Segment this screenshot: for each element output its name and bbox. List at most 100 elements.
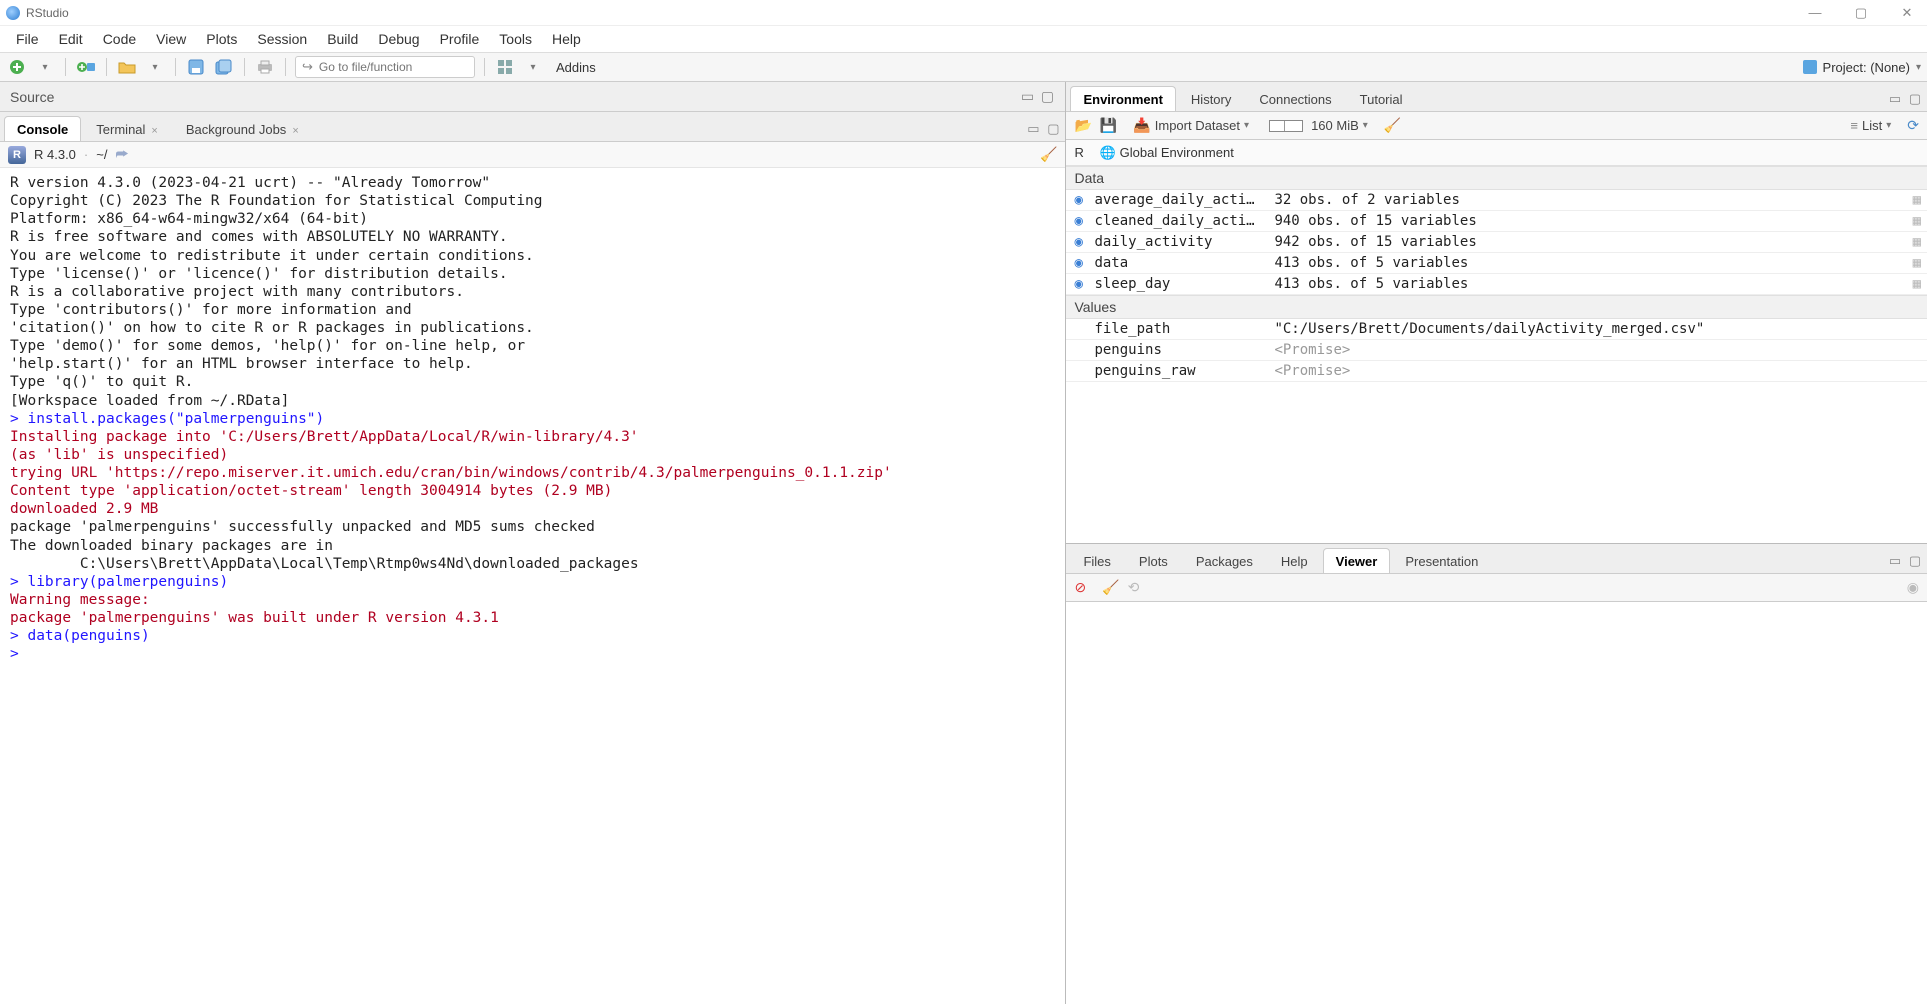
console-tab-background-jobs[interactable]: Background Jobs× — [173, 116, 312, 141]
console-minimize-icon[interactable]: ▭ — [1025, 121, 1041, 137]
open-file-button[interactable] — [116, 56, 138, 78]
expand-icon[interactable]: ◉ — [1074, 255, 1088, 271]
new-project-button[interactable] — [75, 56, 97, 78]
rstudio-app-icon — [6, 6, 20, 20]
source-pane-label: Source — [10, 89, 54, 105]
menu-build[interactable]: Build — [317, 28, 368, 50]
view-data-icon[interactable]: ▦ — [1913, 255, 1921, 271]
menu-view[interactable]: View — [146, 28, 196, 50]
expand-icon[interactable]: ◉ — [1074, 213, 1088, 229]
close-icon[interactable]: × — [151, 125, 157, 137]
load-workspace-icon[interactable]: 📂 — [1074, 117, 1091, 134]
env-var-name: penguins — [1094, 342, 1268, 358]
env-tab-history[interactable]: History — [1178, 86, 1244, 111]
save-workspace-icon[interactable]: 💾 — [1100, 117, 1117, 134]
expand-icon[interactable]: ◉ — [1074, 192, 1088, 208]
env-row[interactable]: ◉sleep_day413 obs. of 5 variables▦ — [1066, 274, 1927, 295]
br-tab-packages[interactable]: Packages — [1183, 548, 1266, 573]
menu-plots[interactable]: Plots — [196, 28, 247, 50]
publish-icon[interactable]: ◉ — [1907, 579, 1919, 596]
menu-edit[interactable]: Edit — [49, 28, 93, 50]
br-tab-help[interactable]: Help — [1268, 548, 1321, 573]
env-maximize-icon[interactable]: ▢ — [1907, 91, 1923, 107]
goto-file-function[interactable]: ↪ — [295, 56, 475, 78]
globe-icon: 🌐 — [1100, 145, 1116, 160]
sync-viewer-icon[interactable]: ⟲ — [1128, 579, 1140, 596]
menu-tools[interactable]: Tools — [489, 28, 542, 50]
view-data-icon[interactable]: ▦ — [1913, 276, 1921, 292]
project-label[interactable]: Project: (None) — [1823, 60, 1910, 75]
br-tab-files[interactable]: Files — [1070, 548, 1123, 573]
save-button[interactable] — [185, 56, 207, 78]
memory-usage-dropdown[interactable]: 160 MiB — [1265, 118, 1368, 133]
source-pane-collapsed[interactable]: Source ▭ ▢ — [0, 82, 1065, 112]
language-dropdown[interactable]: R — [1074, 145, 1083, 160]
view-mode-dropdown[interactable]: ≡ List — [1850, 118, 1891, 133]
env-minimize-icon[interactable]: ▭ — [1887, 91, 1903, 107]
view-data-icon[interactable]: ▦ — [1913, 192, 1921, 208]
view-data-icon[interactable]: ▦ — [1913, 234, 1921, 250]
new-file-dropdown[interactable]: ▾ — [34, 56, 56, 78]
maximize-button[interactable]: ▢ — [1847, 5, 1875, 21]
viewer-minimize-icon[interactable]: ▭ — [1887, 553, 1903, 569]
env-var-desc: "C:/Users/Brett/Documents/dailyActivity_… — [1274, 321, 1921, 337]
view-data-icon[interactable]: ▦ — [1913, 213, 1921, 229]
br-tab-viewer[interactable]: Viewer — [1323, 548, 1391, 573]
save-all-button[interactable] — [213, 56, 235, 78]
clear-workspace-icon[interactable]: 🧹 — [1384, 117, 1401, 134]
goto-input[interactable] — [319, 60, 459, 74]
minimize-button[interactable]: — — [1801, 5, 1829, 21]
clear-console-icon[interactable]: 🧹 — [1040, 146, 1057, 163]
console-maximize-icon[interactable]: ▢ — [1045, 121, 1061, 137]
environment-list: Data◉average_daily_acti…32 obs. of 2 var… — [1066, 166, 1927, 543]
env-tab-connections[interactable]: Connections — [1246, 86, 1344, 111]
grid-view-dropdown[interactable]: ▾ — [522, 56, 544, 78]
menu-debug[interactable]: Debug — [368, 28, 429, 50]
source-minimize-icon[interactable]: ▭ — [1019, 89, 1035, 105]
close-button[interactable]: ✕ — [1893, 5, 1921, 21]
clear-viewer-icon[interactable]: 🧹 — [1102, 579, 1119, 596]
source-maximize-icon[interactable]: ▢ — [1039, 89, 1055, 105]
addins-dropdown[interactable]: Addins — [550, 58, 602, 77]
scope-dropdown[interactable]: 🌐 Global Environment — [1100, 145, 1234, 161]
br-tab-plots[interactable]: Plots — [1126, 548, 1181, 573]
print-button[interactable] — [254, 56, 276, 78]
menu-file[interactable]: File — [6, 28, 49, 50]
env-row[interactable]: penguins<Promise> — [1066, 340, 1927, 361]
env-row[interactable]: ◉data413 obs. of 5 variables▦ — [1066, 253, 1927, 274]
refresh-icon[interactable]: ⟳ — [1907, 117, 1919, 134]
memory-bar-icon — [1269, 120, 1303, 132]
env-row[interactable]: file_path"C:/Users/Brett/Documents/daily… — [1066, 319, 1927, 340]
remove-viewer-icon[interactable]: ⊘ — [1074, 579, 1086, 596]
import-dataset-dropdown[interactable]: 📥 Import Dataset — [1133, 117, 1249, 134]
grid-view-button[interactable] — [494, 56, 516, 78]
env-row[interactable]: penguins_raw<Promise> — [1066, 361, 1927, 382]
env-var-desc: 32 obs. of 2 variables — [1274, 192, 1902, 208]
br-tab-presentation[interactable]: Presentation — [1392, 548, 1491, 573]
expand-icon[interactable]: ◉ — [1074, 276, 1088, 292]
menu-profile[interactable]: Profile — [430, 28, 490, 50]
expand-icon[interactable]: ◉ — [1074, 234, 1088, 250]
env-tab-tutorial[interactable]: Tutorial — [1347, 86, 1416, 111]
main-toolbar: ▾ ▾ ↪ ▾ Addins Project: (None) ▾ — [0, 52, 1927, 82]
console-tab-terminal[interactable]: Terminal× — [83, 116, 171, 141]
project-dropdown[interactable]: ▾ — [1916, 62, 1921, 73]
view-dir-icon[interactable]: ⮫ — [115, 146, 128, 163]
open-file-dropdown[interactable]: ▾ — [144, 56, 166, 78]
env-var-desc: 942 obs. of 15 variables — [1274, 234, 1902, 250]
console-tab-console[interactable]: Console — [4, 116, 81, 141]
view-mode-label: List — [1862, 118, 1882, 133]
menu-help[interactable]: Help — [542, 28, 591, 50]
env-tab-environment[interactable]: Environment — [1070, 86, 1175, 111]
memory-label: 160 MiB — [1311, 118, 1359, 133]
console-output[interactable]: R version 4.3.0 (2023-04-21 ucrt) -- "Al… — [0, 168, 1065, 1004]
env-row[interactable]: ◉average_daily_acti…32 obs. of 2 variabl… — [1066, 190, 1927, 211]
env-row[interactable]: ◉cleaned_daily_acti…940 obs. of 15 varia… — [1066, 211, 1927, 232]
close-icon[interactable]: × — [292, 125, 298, 137]
env-var-name: cleaned_daily_acti… — [1094, 213, 1268, 229]
env-row[interactable]: ◉daily_activity942 obs. of 15 variables▦ — [1066, 232, 1927, 253]
viewer-maximize-icon[interactable]: ▢ — [1907, 553, 1923, 569]
menu-code[interactable]: Code — [93, 28, 146, 50]
menu-session[interactable]: Session — [247, 28, 317, 50]
new-file-button[interactable] — [6, 56, 28, 78]
